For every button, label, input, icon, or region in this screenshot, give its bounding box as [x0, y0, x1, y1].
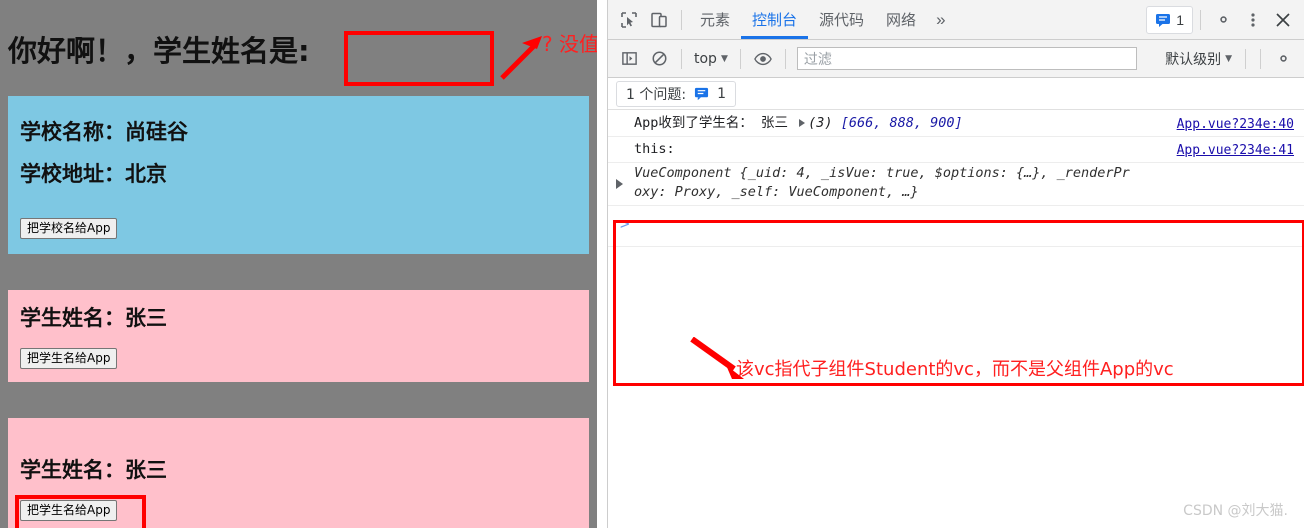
clear-console-icon[interactable]: [644, 45, 674, 73]
student-button-wrap: 把学生名给App: [20, 500, 118, 521]
tab-elements[interactable]: 元素: [689, 0, 741, 39]
tab-network[interactable]: 网络: [875, 0, 927, 39]
toolbar-divider: [681, 9, 682, 30]
page-title: 你好啊！，学生姓名是:: [8, 34, 310, 68]
chevron-down-icon: ▼: [720, 53, 728, 64]
message-count: 1: [1176, 11, 1184, 28]
more-tabs-icon[interactable]: »: [927, 10, 954, 30]
inspect-element-icon[interactable]: [614, 6, 644, 34]
no-value-annotation: ? 没值: [542, 32, 597, 56]
log-message-prefix: App收到了学生名：: [634, 115, 753, 131]
school-button-wrap: 把学校名给App: [20, 218, 118, 239]
console-annotation-text: 该vc指代子组件Student的vc，而不是父组件App的vc: [736, 359, 1174, 380]
toolbar-divider: [784, 48, 786, 69]
close-icon[interactable]: [1268, 6, 1298, 34]
log-message-prefix: this:: [634, 141, 675, 157]
console-filter-placeholder: 过滤: [803, 51, 832, 68]
log-message-value: 张三: [761, 115, 789, 131]
console-filter-input[interactable]: 过滤: [796, 47, 1137, 70]
student-button-wrap: 把学生名给App: [20, 348, 118, 369]
toolbar-divider: [1245, 48, 1246, 69]
student-name-input-highlight: [344, 31, 494, 86]
send-student-name-button-1[interactable]: 把学生名给App: [20, 348, 118, 369]
console-log-entry-1: App收到了学生名： 张三 (3) [666, 888, 900] App.vu…: [608, 111, 1304, 137]
send-student-name-button-2[interactable]: 把学生名给App: [20, 500, 118, 521]
message-count-badge[interactable]: 1: [1146, 5, 1193, 34]
log-array-preview: [666, 888, 900]: [840, 115, 963, 131]
message-icon: [1156, 13, 1171, 27]
device-toolbar-icon[interactable]: [644, 6, 674, 34]
object-preview-line-2: oxy: Proxy, _self: VueComponent, …}: [634, 184, 919, 200]
object-preview-line-1: VueComponent {_uid: 4, _isVue: true, $op…: [634, 165, 1130, 181]
execution-context-label: top: [694, 50, 717, 67]
send-school-name-button[interactable]: 把学校名给App: [20, 218, 118, 239]
chevron-down-icon: ▼: [1225, 53, 1232, 64]
toolbar-divider: [1260, 48, 1261, 69]
browser-page-pane: 你好啊！，学生姓名是: ? 没值 学校名称：尚硅谷 学校地址：北京 把学校名给A…: [0, 0, 597, 528]
screenshot-root: 你好啊！，学生姓名是: ? 没值 学校名称：尚硅谷 学校地址：北京 把学校名给A…: [0, 0, 1304, 528]
devtools-tabbar: 元素 控制台 源代码 网络 » 1: [608, 0, 1304, 40]
toolbar-divider: [739, 48, 741, 69]
console-settings-gear-icon[interactable]: [1268, 45, 1298, 73]
school-name-text: 学校名称：尚硅谷: [20, 120, 188, 144]
console-toolbar: top ▼ 过滤 默认级别 ▼: [608, 40, 1304, 78]
log-level-select[interactable]: 默认级别 ▼: [1159, 49, 1238, 69]
toolbar-divider: [1200, 9, 1201, 30]
school-card: 学校名称：尚硅谷 学校地址：北京 把学校名给App: [8, 96, 589, 254]
tab-console[interactable]: 控制台: [741, 0, 808, 39]
console-object-preview: VueComponent {_uid: 4, _isVue: true, $op…: [608, 163, 1304, 206]
console-log-entry-2: this: App.vue?234e:41: [608, 137, 1304, 163]
student-card-2: 学生姓名：张三 把学生名给App: [8, 418, 589, 528]
issues-count: 1: [717, 85, 726, 102]
school-address-text: 学校地址：北京: [20, 162, 167, 186]
console-prompt-row[interactable]: >: [608, 206, 1304, 247]
gear-icon[interactable]: [1208, 6, 1238, 34]
student-card-1: 学生姓名：张三 把学生名给App: [8, 290, 589, 382]
arrow-up-right-icon: [500, 36, 542, 80]
console-sidebar-icon[interactable]: [614, 45, 644, 73]
devtools-panel: 元素 控制台 源代码 网络 » 1 top ▼ 过滤 默认级别 ▼ 1 个问题:…: [607, 0, 1304, 528]
log-source-link[interactable]: App.vue?234e:41: [1177, 141, 1294, 160]
log-source-link[interactable]: App.vue?234e:40: [1177, 115, 1294, 134]
execution-context-select[interactable]: top ▼: [689, 51, 733, 67]
kebab-menu-icon[interactable]: [1238, 6, 1268, 34]
student-name-text: 学生姓名：张三: [20, 306, 167, 330]
console-prompt-caret-icon: >: [620, 214, 630, 233]
watermark: CSDN @刘大猫.: [1183, 503, 1288, 519]
student-name-text: 学生姓名：张三: [20, 458, 167, 482]
issues-bar: 1 个问题: 1: [608, 78, 1304, 110]
toolbar-divider: [681, 48, 682, 69]
log-level-label: 默认级别: [1165, 51, 1222, 68]
issues-chip[interactable]: 1 个问题: 1: [616, 80, 736, 107]
tab-sources[interactable]: 源代码: [808, 0, 875, 39]
log-array-count: (3): [808, 115, 833, 131]
console-body: App收到了学生名： 张三 (3) [666, 888, 900] App.vu…: [608, 111, 1304, 528]
expand-object-triangle-icon[interactable]: [616, 179, 623, 189]
issues-label: 1 个问题:: [626, 86, 687, 103]
expand-array-triangle-icon[interactable]: [799, 119, 806, 127]
message-icon: [695, 87, 709, 101]
live-expression-icon[interactable]: [748, 45, 778, 73]
